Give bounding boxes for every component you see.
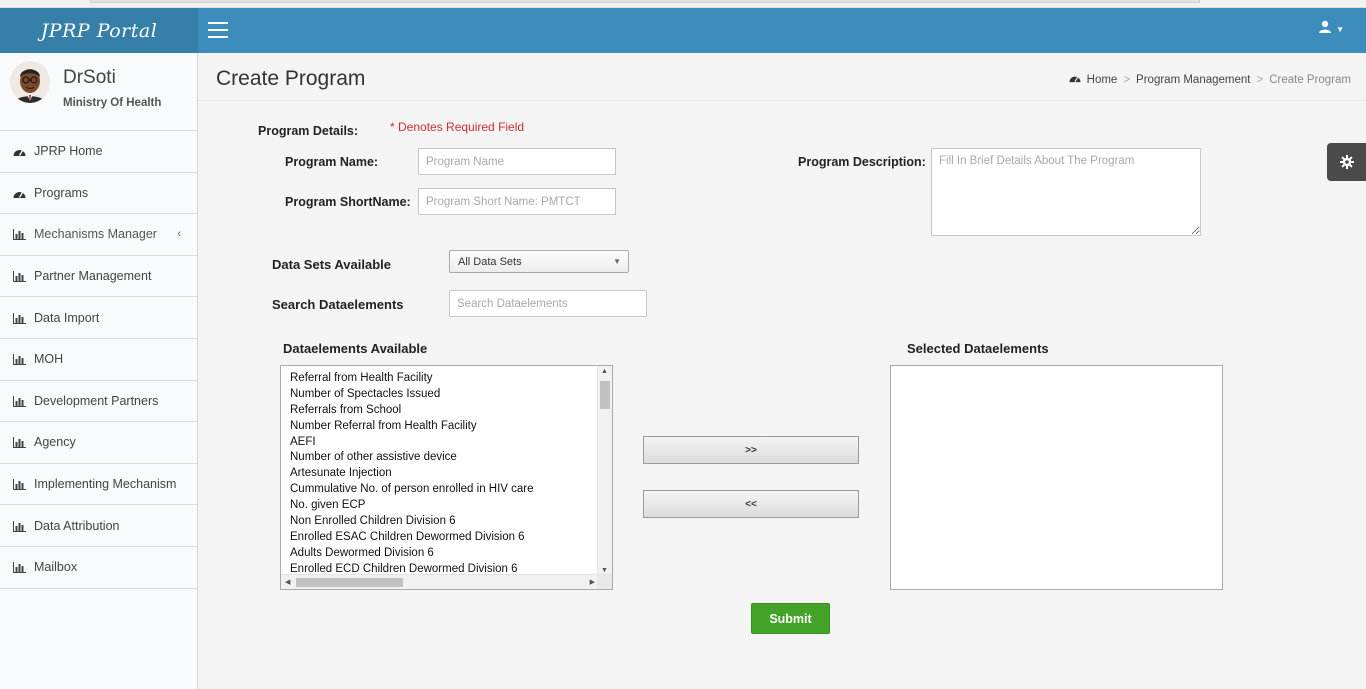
add-dataelement-button[interactable]: >>	[643, 436, 859, 464]
breadcrumb-current: Create Program	[1269, 73, 1351, 86]
brand-logo[interactable]: JPRP Portal	[0, 8, 198, 53]
list-item[interactable]: Number Referral from Health Facility	[281, 419, 534, 435]
sidebar: DrSoti Ministry Of Health JPRP Home Prog…	[0, 53, 198, 689]
list-item[interactable]: Referral from Health Facility	[281, 371, 534, 387]
sidebar-item-label: Partner Management	[34, 269, 152, 284]
list-item[interactable]: Non Enrolled Children Division 6	[281, 514, 534, 530]
list-item[interactable]: Artesunate Injection	[281, 466, 534, 482]
dashboard-icon	[1069, 73, 1081, 86]
remove-dataelement-button[interactable]: <<	[643, 490, 859, 518]
required-field-note: * Denotes Required Field	[390, 120, 525, 134]
sidebar-item-partner-management[interactable]: Partner Management	[0, 256, 197, 298]
browser-strip	[0, 0, 1366, 8]
user-panel: DrSoti Ministry Of Health	[0, 53, 197, 131]
program-shortname-input[interactable]	[418, 188, 616, 215]
bar-chart-icon	[13, 353, 27, 366]
sidebar-item-jprp-home[interactable]: JPRP Home	[0, 131, 197, 173]
datasets-selected-value: All Data Sets	[458, 256, 522, 268]
breadcrumb: Home > Program Management > Create Progr…	[1069, 73, 1351, 86]
sidebar-item-label: Agency	[34, 435, 76, 450]
datasets-select[interactable]: All Data Sets ▼	[449, 250, 629, 273]
list-item[interactable]: Referrals from School	[281, 403, 534, 419]
list-item[interactable]: AEFI	[281, 435, 534, 451]
selected-dataelements-label: Selected Dataelements	[907, 341, 1049, 356]
sidebar-item-programs[interactable]: Programs	[0, 173, 197, 215]
sidebar-item-label: Data Import	[34, 310, 100, 325]
address-bar	[90, 0, 1200, 3]
breadcrumb-separator: >	[1256, 73, 1264, 86]
bar-chart-icon	[13, 436, 27, 449]
sidebar-item-development-partners[interactable]: Development Partners	[0, 381, 197, 423]
horizontal-scrollbar[interactable]: ◀ ▶	[281, 574, 599, 589]
sidebar-item-label: Programs	[34, 185, 89, 200]
scrollbar-corner	[597, 574, 612, 589]
user-name: DrSoti	[63, 67, 116, 88]
sidebar-item-data-attribution[interactable]: Data Attribution	[0, 505, 197, 547]
scrollbar-thumb[interactable]	[600, 381, 610, 409]
scroll-right-icon[interactable]: ▶	[590, 578, 595, 586]
user-icon	[1318, 20, 1332, 37]
list-item[interactable]: No. given ECP	[281, 498, 534, 514]
search-dataelements-input[interactable]	[449, 290, 647, 317]
program-name-label: Program Name:	[285, 155, 379, 169]
dashboard-icon	[13, 187, 27, 199]
program-description-textarea[interactable]	[931, 148, 1201, 236]
breadcrumb-program-management-link[interactable]: Program Management	[1136, 74, 1250, 86]
content-header: Create Program Home > Program Management…	[198, 53, 1366, 101]
breadcrumb-separator: >	[1123, 73, 1131, 86]
bar-chart-icon	[13, 520, 27, 532]
bar-chart-icon	[13, 270, 27, 283]
sidebar-toggle-icon[interactable]	[208, 22, 228, 38]
sidebar-item-label: Development Partners	[34, 393, 159, 408]
program-name-input[interactable]	[418, 148, 616, 175]
sidebar-item-label: MOH	[34, 352, 64, 367]
submit-button[interactable]: Submit	[751, 603, 830, 634]
program-details-label: Program Details:	[258, 124, 359, 138]
settings-gear-icon[interactable]	[1327, 143, 1366, 181]
search-dataelements-label: Search Dataelements	[272, 297, 404, 312]
scroll-left-icon[interactable]: ◀	[285, 578, 290, 586]
chevron-down-icon: ▼	[1336, 25, 1344, 34]
dashboard-icon	[13, 145, 27, 157]
sidebar-item-agency[interactable]: Agency	[0, 422, 197, 464]
list-item[interactable]: Number of Spectacles Issued	[281, 387, 534, 403]
sidebar-item-data-import[interactable]: Data Import	[0, 297, 197, 339]
sidebar-item-mailbox[interactable]: Mailbox	[0, 547, 197, 589]
top-navbar: ▼	[198, 8, 1366, 53]
user-organization: Ministry Of Health	[63, 97, 162, 109]
list-item[interactable]: Enrolled ESAC Children Dewormed Division…	[281, 530, 534, 546]
breadcrumb-home-link[interactable]: Home	[1087, 74, 1118, 86]
list-item[interactable]: Cummulative No. of person enrolled in HI…	[281, 482, 534, 498]
sidebar-item-implementing-mechanism[interactable]: Implementing Mechanism	[0, 464, 197, 506]
program-shortname-label: Program ShortName:	[285, 195, 411, 209]
scrollbar-thumb[interactable]	[296, 578, 403, 587]
avatar	[10, 61, 50, 103]
scroll-down-icon[interactable]: ▼	[601, 567, 608, 574]
list-item[interactable]: Number of other assistive device	[281, 450, 534, 466]
list-item[interactable]: Adults Dewormed Division 6	[281, 546, 534, 562]
bar-chart-icon	[13, 228, 27, 241]
bar-chart-icon	[13, 561, 27, 574]
chevron-left-icon: ‹	[177, 228, 181, 241]
scroll-up-icon[interactable]: ▲	[601, 368, 608, 375]
sidebar-item-moh[interactable]: MOH	[0, 339, 197, 381]
sidebar-item-label: JPRP Home	[34, 144, 103, 159]
dataelements-available-list[interactable]: Referral from Health Facility Number of S…	[280, 365, 613, 590]
selected-dataelements-list[interactable]	[890, 365, 1223, 590]
sidebar-item-label: Data Attribution	[34, 518, 120, 533]
bar-chart-icon	[13, 478, 27, 491]
sidebar-item-label: Implementing Mechanism	[34, 477, 177, 492]
program-description-label: Program Description:	[798, 155, 926, 169]
user-menu-button[interactable]: ▼	[1318, 20, 1344, 37]
dataelements-available-label: Dataelements Available	[283, 341, 428, 356]
page-title: Create Program	[216, 67, 366, 90]
bar-chart-icon	[13, 312, 27, 324]
bar-chart-icon	[13, 395, 27, 407]
sidebar-item-label: Mailbox	[34, 560, 78, 575]
vertical-scrollbar[interactable]: ▲ ▼	[597, 366, 612, 576]
sidebar-item-label: Mechanisms Manager	[34, 227, 157, 242]
chevron-down-icon: ▼	[613, 257, 621, 266]
datasets-available-label: Data Sets Available	[272, 257, 391, 272]
sidebar-item-mechanisms-manager[interactable]: Mechanisms Manager ‹	[0, 214, 197, 256]
